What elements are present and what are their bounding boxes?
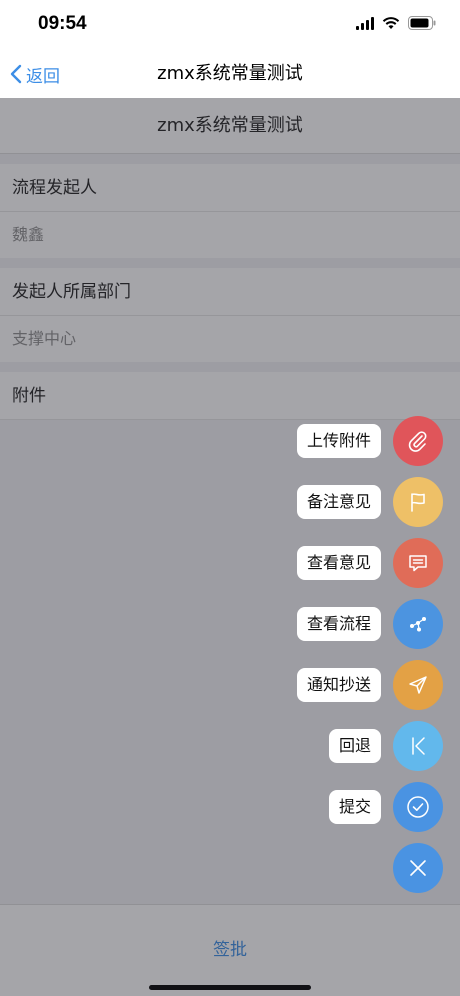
action-view-flow[interactable]: 查看流程 (296, 599, 443, 649)
action-label[interactable]: 备注意见 (296, 485, 381, 519)
action-label[interactable]: 回退 (328, 729, 381, 763)
comment-icon[interactable] (393, 538, 443, 588)
back-button[interactable]: 返回 (10, 50, 60, 98)
status-icons (356, 16, 436, 30)
action-close-menu[interactable] (393, 843, 443, 893)
close-icon[interactable] (393, 843, 443, 893)
paperclip-icon[interactable] (393, 416, 443, 466)
action-label[interactable]: 提交 (328, 790, 381, 824)
back-step-icon[interactable] (393, 721, 443, 771)
wifi-icon (382, 17, 400, 29)
action-label[interactable]: 上传附件 (296, 424, 381, 458)
back-label: 返回 (26, 66, 60, 87)
action-notify-cc[interactable]: 通知抄送 (296, 660, 443, 710)
action-upload-attachment[interactable]: 上传附件 (296, 416, 443, 466)
status-bar: 09:54 (0, 0, 460, 50)
page-title: zmx系统常量测试 (157, 63, 303, 84)
signal-icon (356, 16, 374, 30)
action-return[interactable]: 回退 (328, 721, 443, 771)
action-label[interactable]: 查看流程 (296, 607, 381, 641)
action-label[interactable]: 通知抄送 (296, 668, 381, 702)
battery-icon (408, 16, 436, 30)
action-label[interactable]: 查看意见 (296, 546, 381, 580)
nav-bar: zmx系统常量测试 返回 (0, 50, 460, 98)
chevron-left-icon (10, 64, 22, 84)
action-view-comments[interactable]: 查看意见 (296, 538, 443, 588)
flow-icon[interactable] (393, 599, 443, 649)
status-time: 09:54 (38, 13, 87, 34)
action-add-comment[interactable]: 备注意见 (296, 477, 443, 527)
action-submit[interactable]: 提交 (328, 782, 443, 832)
check-icon[interactable] (393, 782, 443, 832)
send-icon[interactable] (393, 660, 443, 710)
flag-icon[interactable] (393, 477, 443, 527)
